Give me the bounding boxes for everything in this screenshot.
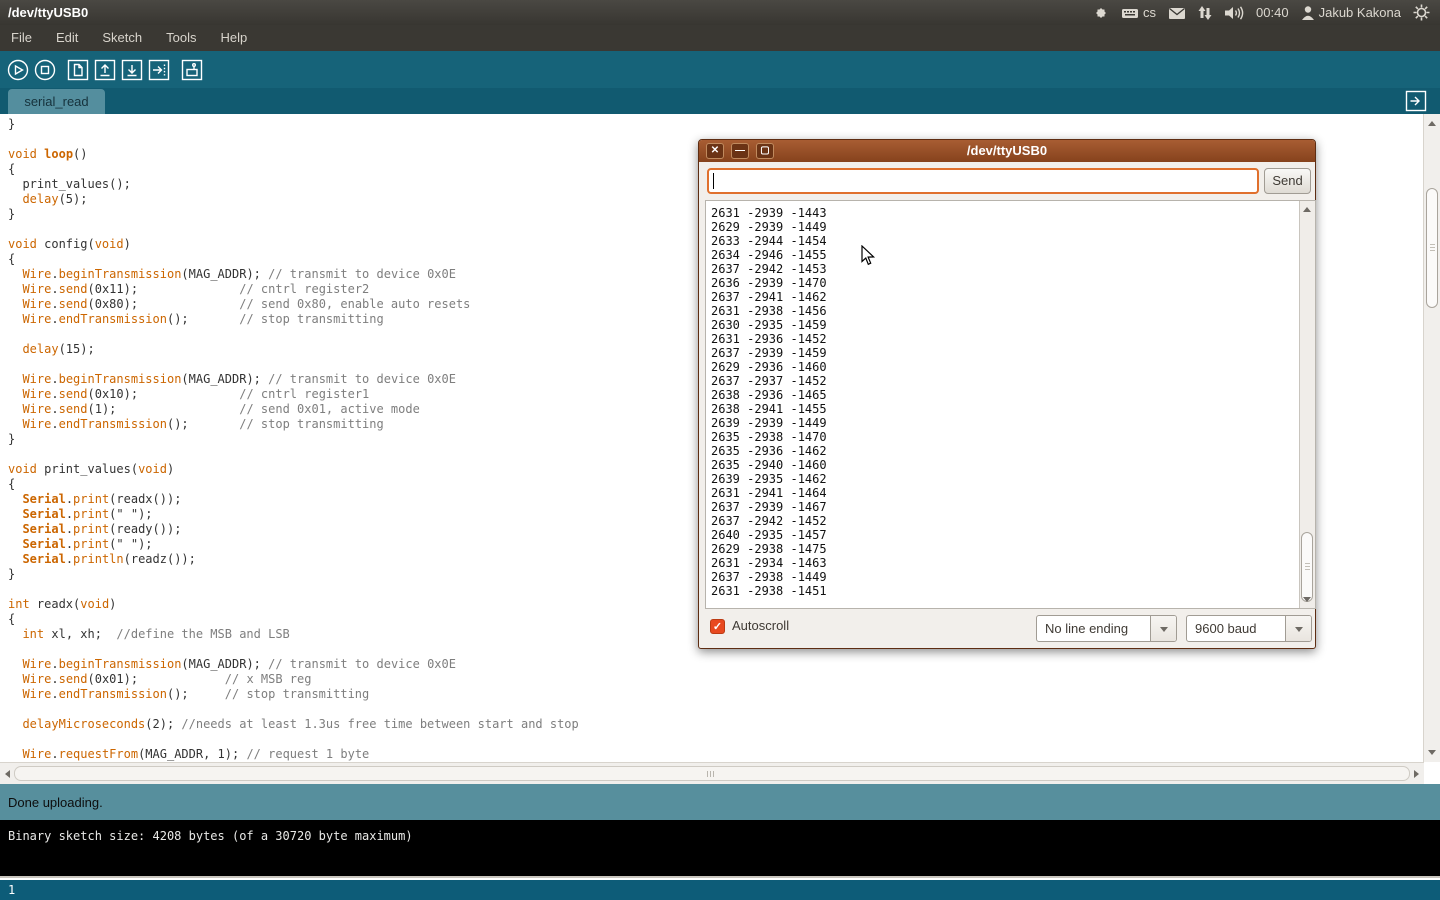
scroll-down-arrow-icon[interactable] bbox=[1428, 750, 1436, 755]
editor-hscrollbar[interactable] bbox=[0, 762, 1424, 784]
send-button[interactable]: Send bbox=[1264, 168, 1311, 194]
line-number-strip: 1 bbox=[0, 880, 1440, 900]
minimize-icon[interactable]: — bbox=[731, 143, 749, 159]
code-line: Wire.requestFrom(MAG_ADDR, 1); // reques… bbox=[8, 747, 1423, 762]
keyboard-layout-indicator[interactable]: cs bbox=[1121, 5, 1156, 21]
stop-button[interactable] bbox=[34, 59, 56, 81]
chevron-down-icon[interactable] bbox=[1285, 616, 1311, 641]
user-indicator[interactable]: Jakub Kakona bbox=[1301, 5, 1401, 21]
save-sketch-button[interactable] bbox=[121, 59, 143, 81]
serial-output-area[interactable]: 2631 -2939 -1443 2629 -2939 -1449 2633 -… bbox=[705, 200, 1316, 609]
network-updown-icon[interactable] bbox=[1198, 5, 1212, 21]
code-line: delayMicroseconds(2); //needs at least 1… bbox=[8, 717, 1423, 732]
baud-rate-dropdown[interactable]: 9600 baud bbox=[1186, 615, 1312, 642]
tab-menu-button[interactable] bbox=[1405, 90, 1427, 112]
tabbar: serial_read bbox=[0, 88, 1440, 114]
editor-hscroll-thumb[interactable] bbox=[14, 766, 1410, 781]
mouse-cursor-icon bbox=[861, 245, 876, 271]
code-line: Wire.beginTransmission(MAG_ADDR); // tra… bbox=[8, 657, 1423, 672]
close-icon[interactable]: ✕ bbox=[706, 143, 724, 159]
serial-monitor-window: ✕ — ▢ /dev/ttyUSB0 Send 2631 -2939 -1443… bbox=[698, 139, 1316, 649]
serial-monitor-footer: ✓ Autoscroll No line ending 9600 baud bbox=[699, 615, 1315, 643]
baud-rate-value: 9600 baud bbox=[1195, 616, 1256, 641]
menu-sketch[interactable]: Sketch bbox=[90, 25, 154, 51]
code-line bbox=[8, 732, 1423, 747]
keyboard-layout-code: cs bbox=[1143, 5, 1156, 20]
toolbar bbox=[0, 51, 1440, 88]
code-line: Wire.send(0x01); // x MSB reg bbox=[8, 672, 1423, 687]
line-ending-dropdown[interactable]: No line ending bbox=[1036, 615, 1177, 642]
editor-vscrollbar[interactable] bbox=[1423, 114, 1440, 762]
scroll-left-arrow-icon[interactable] bbox=[5, 770, 10, 778]
clock-text: 00:40 bbox=[1256, 5, 1289, 20]
session-gear-icon[interactable] bbox=[1413, 4, 1430, 21]
clock-indicator[interactable]: 00:40 bbox=[1256, 5, 1289, 20]
window-title: /dev/ttyUSB0 bbox=[0, 5, 88, 20]
serial-monitor-title: /dev/ttyUSB0 bbox=[699, 140, 1315, 162]
system-tray: cs 00:40 Jakub Kakona bbox=[1093, 4, 1440, 21]
scroll-up-arrow-icon[interactable] bbox=[1428, 121, 1436, 126]
status-bar: Done uploading. bbox=[0, 784, 1440, 820]
username-text: Jakub Kakona bbox=[1319, 5, 1401, 20]
menu-help[interactable]: Help bbox=[208, 25, 259, 51]
menu-tools[interactable]: Tools bbox=[154, 25, 208, 51]
serial-output-scrollbar[interactable] bbox=[1299, 201, 1315, 608]
scroll-up-arrow-icon[interactable] bbox=[1303, 207, 1311, 212]
chevron-down-icon[interactable] bbox=[1150, 616, 1176, 641]
mail-indicator-icon[interactable] bbox=[1168, 6, 1186, 20]
verify-button[interactable] bbox=[7, 59, 29, 81]
upload-button[interactable] bbox=[148, 59, 170, 81]
menu-file[interactable]: File bbox=[10, 25, 44, 51]
build-console: Binary sketch size: 4208 bytes (of a 307… bbox=[0, 820, 1440, 878]
code-line: Wire.endTransmission(); // stop transmit… bbox=[8, 687, 1423, 702]
serial-send-input[interactable] bbox=[707, 168, 1259, 194]
serial-scroll-thumb[interactable] bbox=[1301, 532, 1313, 602]
new-sketch-button[interactable] bbox=[67, 59, 89, 81]
code-line bbox=[8, 702, 1423, 717]
line-number: 1 bbox=[8, 883, 15, 897]
editor-vscroll-thumb[interactable] bbox=[1426, 188, 1438, 308]
status-message: Done uploading. bbox=[8, 795, 103, 810]
line-ending-value: No line ending bbox=[1045, 616, 1128, 641]
scroll-down-arrow-icon[interactable] bbox=[1303, 597, 1311, 602]
serial-monitor-titlebar[interactable]: ✕ — ▢ /dev/ttyUSB0 bbox=[699, 140, 1315, 162]
autoscroll-checkbox[interactable]: ✓ bbox=[710, 619, 725, 634]
maximize-icon[interactable]: ▢ bbox=[756, 143, 774, 159]
menu-edit[interactable]: Edit bbox=[44, 25, 90, 51]
code-line: } bbox=[8, 117, 1423, 132]
autoscroll-label: Autoscroll bbox=[732, 618, 789, 633]
console-output: Binary sketch size: 4208 bytes (of a 307… bbox=[8, 829, 413, 843]
pinwheel-indicator-icon[interactable] bbox=[1093, 5, 1109, 21]
top-panel: /dev/ttyUSB0 cs 00:40 Jakub Kakona bbox=[0, 0, 1440, 25]
open-sketch-button[interactable] bbox=[94, 59, 116, 81]
serial-monitor-button[interactable] bbox=[181, 59, 203, 81]
serial-output-text: 2631 -2939 -1443 2629 -2939 -1449 2633 -… bbox=[706, 201, 1315, 598]
menubar: FileEditSketchToolsHelp bbox=[0, 25, 1440, 51]
volume-indicator-icon[interactable] bbox=[1224, 5, 1244, 21]
tab-serial-read[interactable]: serial_read bbox=[8, 89, 105, 114]
text-caret bbox=[713, 173, 714, 189]
scroll-right-arrow-icon[interactable] bbox=[1414, 770, 1419, 778]
